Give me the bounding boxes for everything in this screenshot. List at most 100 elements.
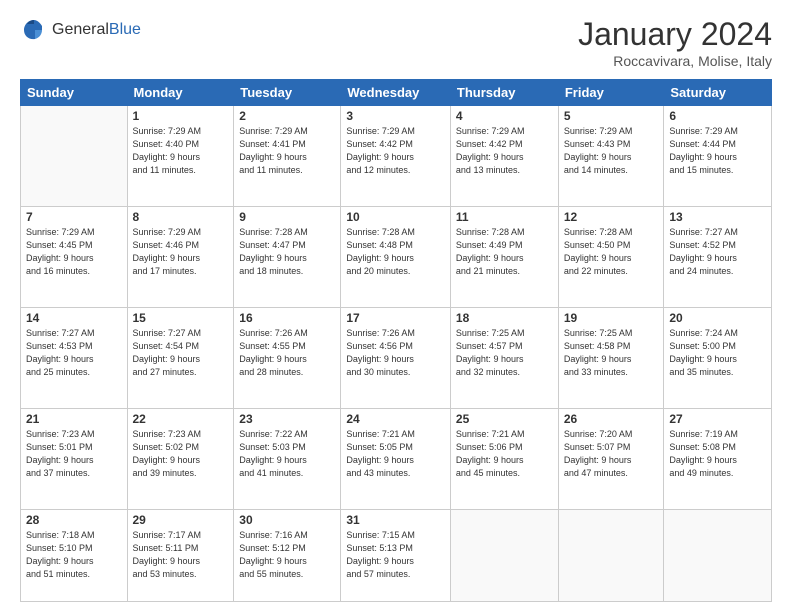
day-cell: 6Sunrise: 7:29 AMSunset: 4:44 PMDaylight… xyxy=(664,106,772,207)
day-number: 2 xyxy=(239,109,335,123)
day-number: 27 xyxy=(669,412,766,426)
day-cell xyxy=(21,106,128,207)
day-cell: 11 Sunrise: 7:28 AMSunset: 4:49 PMDayligh… xyxy=(450,206,558,307)
day-cell xyxy=(664,509,772,602)
day-info: Sunrise: 7:29 AMSunset: 4:45 PMDaylight:… xyxy=(26,226,122,278)
day-cell: 20Sunrise: 7:24 AMSunset: 5:00 PMDayligh… xyxy=(664,307,772,408)
day-cell: 13 Sunrise: 7:27 AMSunset: 4:52 PMDayligh… xyxy=(664,206,772,307)
day-number: 15 xyxy=(133,311,229,325)
day-cell: 30 Sunrise: 7:16 AMSunset: 5:12 PMDayligh… xyxy=(234,509,341,602)
day-cell: 2 Sunrise: 7:29 AMSunset: 4:41 PMDaylight… xyxy=(234,106,341,207)
day-number: 4 xyxy=(456,109,553,123)
weekday-header-saturday: Saturday xyxy=(664,80,772,106)
day-cell xyxy=(558,509,664,602)
day-number: 10 xyxy=(346,210,445,224)
week-row-4: 28 Sunrise: 7:18 AMSunset: 5:10 PMDayligh… xyxy=(21,509,772,602)
weekday-header-tuesday: Tuesday xyxy=(234,80,341,106)
day-cell: 21 Sunrise: 7:23 AMSunset: 5:01 PMDayligh… xyxy=(21,408,128,509)
weekday-header-monday: Monday xyxy=(127,80,234,106)
day-number: 13 xyxy=(669,210,766,224)
day-number: 14 xyxy=(26,311,122,325)
day-cell: 16 Sunrise: 7:26 AMSunset: 4:55 PMDayligh… xyxy=(234,307,341,408)
day-info: Sunrise: 7:22 AMSunset: 5:03 PMDaylight:… xyxy=(239,428,335,480)
day-info: Sunrise: 7:27 AMSunset: 4:52 PMDaylight:… xyxy=(669,226,766,278)
day-cell: 3 Sunrise: 7:29 AMSunset: 4:42 PMDaylight… xyxy=(341,106,451,207)
day-cell: 24 Sunrise: 7:21 AMSunset: 5:05 PMDayligh… xyxy=(341,408,451,509)
weekday-header-thursday: Thursday xyxy=(450,80,558,106)
day-number: 8 xyxy=(133,210,229,224)
day-number: 30 xyxy=(239,513,335,527)
weekday-header-wednesday: Wednesday xyxy=(341,80,451,106)
day-cell: 31 Sunrise: 7:15 AMSunset: 5:13 PMDayligh… xyxy=(341,509,451,602)
day-number: 29 xyxy=(133,513,229,527)
week-row-0: 1 Sunrise: 7:29 AMSunset: 4:40 PMDaylight… xyxy=(21,106,772,207)
logo-icon xyxy=(20,16,48,44)
logo-text: GeneralBlue xyxy=(52,21,141,39)
day-info: Sunrise: 7:25 AMSunset: 4:57 PMDaylight:… xyxy=(456,327,553,379)
calendar-subtitle: Roccavivara, Molise, Italy xyxy=(578,53,772,69)
day-number: 19 xyxy=(564,311,659,325)
day-info: Sunrise: 7:23 AMSunset: 5:01 PMDaylight:… xyxy=(26,428,122,480)
day-info: Sunrise: 7:29 AMSunset: 4:46 PMDaylight:… xyxy=(133,226,229,278)
day-number: 9 xyxy=(239,210,335,224)
week-row-1: 7 Sunrise: 7:29 AMSunset: 4:45 PMDaylight… xyxy=(21,206,772,307)
day-info: Sunrise: 7:21 AMSunset: 5:06 PMDaylight:… xyxy=(456,428,553,480)
week-row-3: 21 Sunrise: 7:23 AMSunset: 5:01 PMDayligh… xyxy=(21,408,772,509)
day-number: 26 xyxy=(564,412,659,426)
day-cell: 22 Sunrise: 7:23 AMSunset: 5:02 PMDayligh… xyxy=(127,408,234,509)
day-info: Sunrise: 7:26 AMSunset: 4:55 PMDaylight:… xyxy=(239,327,335,379)
day-cell xyxy=(450,509,558,602)
day-number: 31 xyxy=(346,513,445,527)
calendar-title: January 2024 xyxy=(578,16,772,53)
day-number: 22 xyxy=(133,412,229,426)
day-info: Sunrise: 7:29 AMSunset: 4:40 PMDaylight:… xyxy=(133,125,229,177)
week-row-2: 14Sunrise: 7:27 AMSunset: 4:53 PMDayligh… xyxy=(21,307,772,408)
day-number: 3 xyxy=(346,109,445,123)
day-info: Sunrise: 7:28 AMSunset: 4:49 PMDaylight:… xyxy=(456,226,553,278)
day-cell: 7 Sunrise: 7:29 AMSunset: 4:45 PMDaylight… xyxy=(21,206,128,307)
day-cell: 4 Sunrise: 7:29 AMSunset: 4:42 PMDaylight… xyxy=(450,106,558,207)
day-cell: 27 Sunrise: 7:19 AMSunset: 5:08 PMDayligh… xyxy=(664,408,772,509)
logo: GeneralBlue xyxy=(20,16,141,44)
day-cell: 10Sunrise: 7:28 AMSunset: 4:48 PMDayligh… xyxy=(341,206,451,307)
day-number: 25 xyxy=(456,412,553,426)
day-number: 12 xyxy=(564,210,659,224)
day-number: 5 xyxy=(564,109,659,123)
weekday-header-row: SundayMondayTuesdayWednesdayThursdayFrid… xyxy=(21,80,772,106)
day-number: 11 xyxy=(456,210,553,224)
day-info: Sunrise: 7:28 AMSunset: 4:47 PMDaylight:… xyxy=(239,226,335,278)
day-number: 7 xyxy=(26,210,122,224)
day-cell: 29Sunrise: 7:17 AMSunset: 5:11 PMDayligh… xyxy=(127,509,234,602)
day-number: 28 xyxy=(26,513,122,527)
day-number: 18 xyxy=(456,311,553,325)
day-info: Sunrise: 7:23 AMSunset: 5:02 PMDaylight:… xyxy=(133,428,229,480)
day-info: Sunrise: 7:16 AMSunset: 5:12 PMDaylight:… xyxy=(239,529,335,581)
day-info: Sunrise: 7:29 AMSunset: 4:42 PMDaylight:… xyxy=(346,125,445,177)
day-info: Sunrise: 7:24 AMSunset: 5:00 PMDaylight:… xyxy=(669,327,766,379)
day-info: Sunrise: 7:20 AMSunset: 5:07 PMDaylight:… xyxy=(564,428,659,480)
day-info: Sunrise: 7:18 AMSunset: 5:10 PMDaylight:… xyxy=(26,529,122,581)
page: GeneralBlue January 2024 Roccavivara, Mo… xyxy=(0,0,792,612)
day-number: 21 xyxy=(26,412,122,426)
day-cell: 23Sunrise: 7:22 AMSunset: 5:03 PMDayligh… xyxy=(234,408,341,509)
day-number: 16 xyxy=(239,311,335,325)
day-cell: 17 Sunrise: 7:26 AMSunset: 4:56 PMDayligh… xyxy=(341,307,451,408)
day-info: Sunrise: 7:29 AMSunset: 4:43 PMDaylight:… xyxy=(564,125,659,177)
day-number: 17 xyxy=(346,311,445,325)
day-cell: 15Sunrise: 7:27 AMSunset: 4:54 PMDayligh… xyxy=(127,307,234,408)
day-info: Sunrise: 7:21 AMSunset: 5:05 PMDaylight:… xyxy=(346,428,445,480)
day-cell: 1 Sunrise: 7:29 AMSunset: 4:40 PMDaylight… xyxy=(127,106,234,207)
day-info: Sunrise: 7:19 AMSunset: 5:08 PMDaylight:… xyxy=(669,428,766,480)
day-cell: 25 Sunrise: 7:21 AMSunset: 5:06 PMDayligh… xyxy=(450,408,558,509)
weekday-header-friday: Friday xyxy=(558,80,664,106)
day-info: Sunrise: 7:29 AMSunset: 4:42 PMDaylight:… xyxy=(456,125,553,177)
day-info: Sunrise: 7:29 AMSunset: 4:41 PMDaylight:… xyxy=(239,125,335,177)
header: GeneralBlue January 2024 Roccavivara, Mo… xyxy=(20,16,772,69)
day-info: Sunrise: 7:26 AMSunset: 4:56 PMDaylight:… xyxy=(346,327,445,379)
day-cell: 5 Sunrise: 7:29 AMSunset: 4:43 PMDaylight… xyxy=(558,106,664,207)
day-number: 24 xyxy=(346,412,445,426)
day-cell: 28 Sunrise: 7:18 AMSunset: 5:10 PMDayligh… xyxy=(21,509,128,602)
day-cell: 9 Sunrise: 7:28 AMSunset: 4:47 PMDaylight… xyxy=(234,206,341,307)
day-info: Sunrise: 7:15 AMSunset: 5:13 PMDaylight:… xyxy=(346,529,445,581)
day-number: 1 xyxy=(133,109,229,123)
